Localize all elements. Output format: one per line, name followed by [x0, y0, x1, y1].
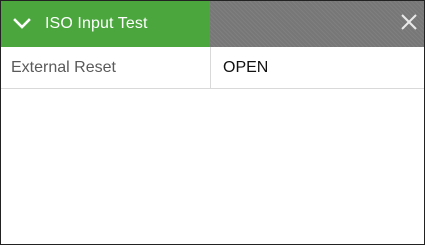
- table-row: External Reset OPEN: [1, 47, 424, 89]
- row-label: External Reset: [1, 47, 211, 88]
- close-icon: [399, 12, 419, 37]
- title-tab[interactable]: ISO Input Test: [1, 1, 210, 47]
- title-bar-background: [210, 1, 424, 47]
- title-bar: ISO Input Test: [1, 1, 424, 47]
- iso-input-test-window: ISO Input Test External Reset OPEN: [0, 0, 425, 245]
- close-button[interactable]: [394, 1, 424, 47]
- window-title: ISO Input Test: [45, 15, 148, 32]
- row-value: OPEN: [223, 58, 269, 76]
- chevron-down-icon[interactable]: [11, 13, 33, 35]
